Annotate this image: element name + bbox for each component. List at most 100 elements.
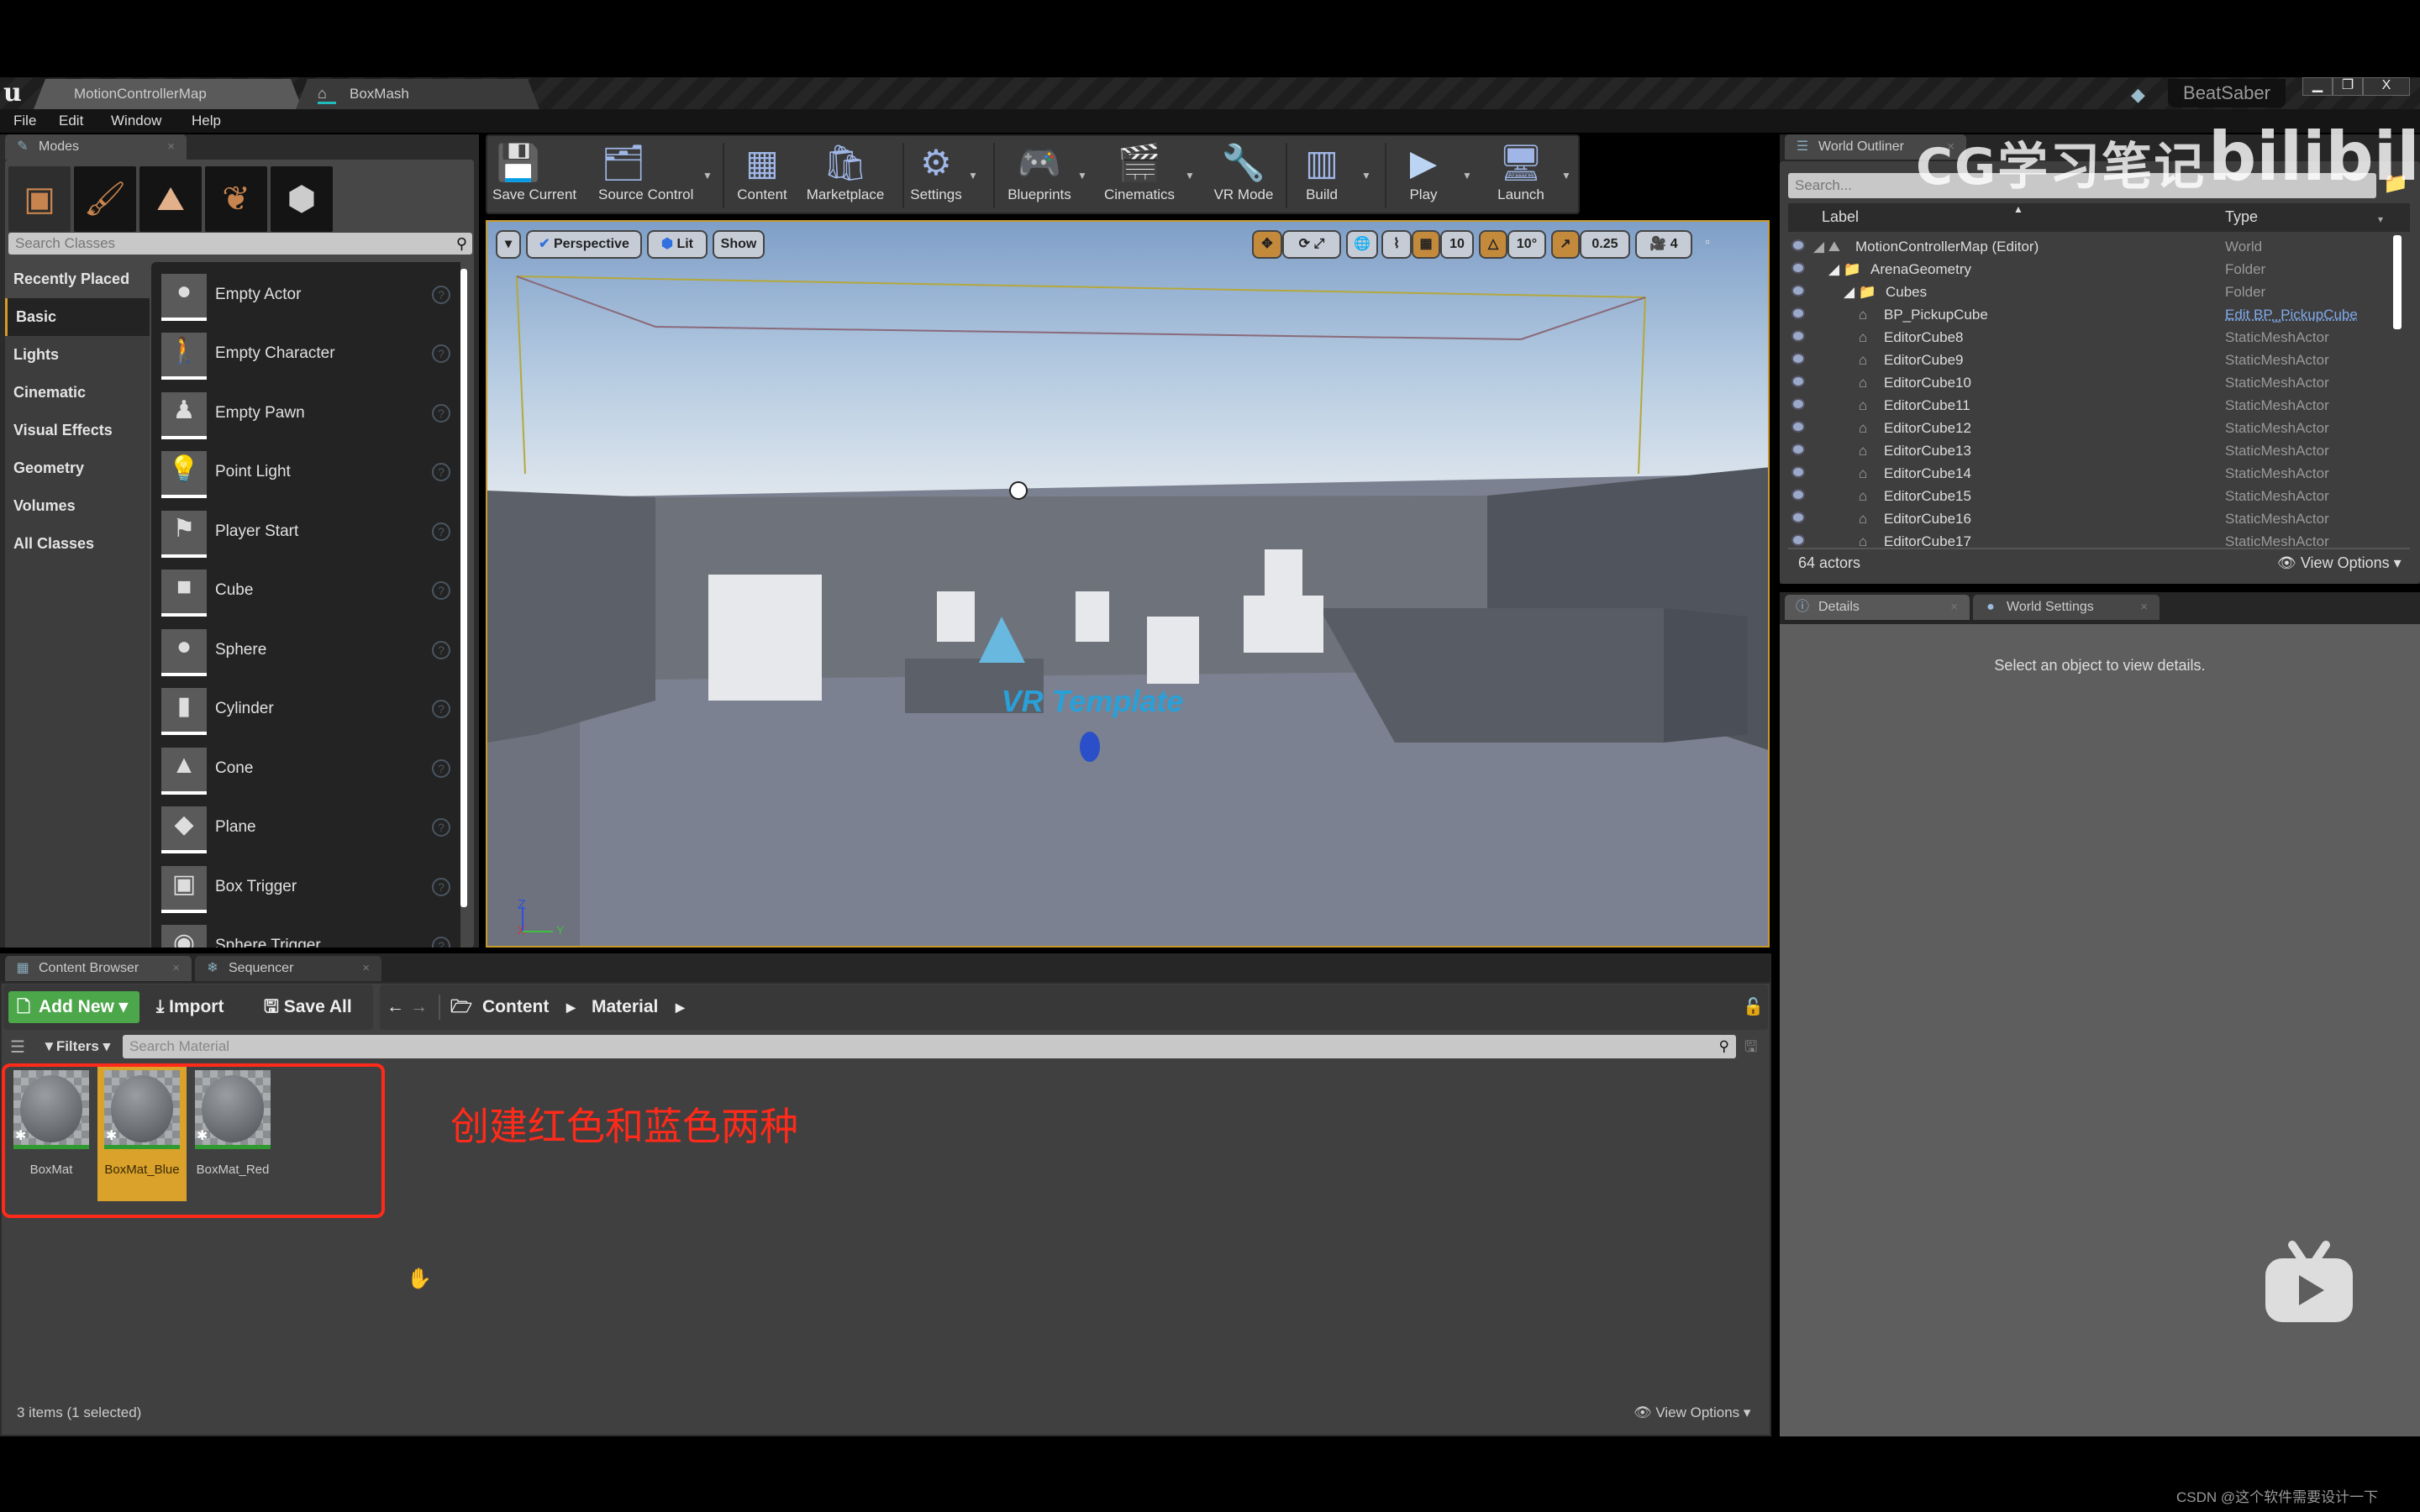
- world-space-toggle[interactable]: 🌐: [1346, 230, 1378, 259]
- content-button[interactable]: ▦ Content: [733, 139, 792, 212]
- unreal-logo-icon[interactable]: u: [3, 79, 32, 108]
- place-item-cube[interactable]: ■ Cube?: [161, 570, 455, 620]
- outliner-row[interactable]: ◢ 📁 Cubes Folder: [1788, 281, 2393, 303]
- rotation-snap-toggle[interactable]: △: [1479, 230, 1507, 259]
- category-basic[interactable]: Basic: [5, 298, 150, 336]
- place-item-box-trigger[interactable]: ▣ Box Trigger?: [161, 866, 455, 916]
- modes-tab[interactable]: ✎ Modes ×: [5, 134, 187, 160]
- breadcrumb-content[interactable]: Content: [482, 991, 549, 1023]
- menu-window[interactable]: Window: [111, 109, 161, 133]
- chevron-down-icon[interactable]: ▼: [1361, 170, 1371, 181]
- modes-scrollbar[interactable]: [460, 269, 467, 907]
- perspective-dropdown[interactable]: ✔ Perspective: [526, 230, 642, 259]
- level-viewport[interactable]: VR Template Z X Y ▾ ✔ Perspective ⬢ Lit …: [486, 220, 1770, 948]
- outliner-row[interactable]: ⌂ EditorCube15 StaticMeshActor: [1788, 485, 2393, 507]
- blueprints-button[interactable]: 🎮 Blueprints: [1003, 139, 1076, 212]
- chevron-down-icon[interactable]: ▼: [1077, 170, 1087, 181]
- breadcrumb-material[interactable]: Material: [592, 991, 658, 1023]
- help-icon[interactable]: ?: [432, 937, 450, 948]
- show-dropdown[interactable]: Show: [713, 230, 765, 259]
- paint-mode-icon[interactable]: 🖌: [74, 166, 136, 232]
- category-lights[interactable]: Lights: [5, 336, 150, 374]
- cinematics-button[interactable]: 🎬 Cinematics: [1099, 139, 1180, 212]
- filters-button[interactable]: ▼Filters ▾: [42, 1038, 110, 1055]
- source-control-status-icon[interactable]: ◆: [2131, 84, 2153, 106]
- place-item-empty-character[interactable]: 🚶 Empty Character?: [161, 333, 455, 383]
- help-icon[interactable]: ?: [432, 818, 450, 837]
- back-arrow-icon[interactable]: ←: [387, 991, 404, 1023]
- close-tab-icon[interactable]: ×: [172, 956, 180, 981]
- forward-arrow-icon[interactable]: →: [410, 991, 428, 1023]
- category-recently-placed[interactable]: Recently Placed: [5, 260, 150, 298]
- outliner-scrollbar[interactable]: [2393, 235, 2402, 329]
- place-item-sphere[interactable]: ● Sphere?: [161, 629, 455, 680]
- visibility-eye-icon[interactable]: [1791, 285, 1805, 297]
- surface-snap-toggle[interactable]: ⌇: [1381, 230, 1412, 259]
- visibility-eye-icon[interactable]: [1791, 466, 1805, 478]
- place-mode-icon[interactable]: ▣: [8, 166, 71, 232]
- chevron-down-icon[interactable]: ▼: [968, 170, 978, 181]
- column-label[interactable]: Label: [1822, 208, 1859, 226]
- sources-toggle-icon[interactable]: ☰: [10, 1037, 25, 1058]
- help-icon[interactable]: ?: [432, 581, 450, 600]
- save-search-icon[interactable]: 🖫: [1744, 1037, 1757, 1062]
- outliner-view-options[interactable]: 👁 View Options ▾: [2277, 554, 2402, 572]
- save-current-button[interactable]: 💾 Save Current: [492, 139, 576, 212]
- chevron-down-icon[interactable]: ▼: [1462, 170, 1472, 181]
- grid-snap-value[interactable]: 10: [1440, 230, 1474, 259]
- vr-mode-button[interactable]: 🔧 VR Mode: [1210, 139, 1277, 212]
- menu-file[interactable]: File: [13, 109, 36, 133]
- save-all-button[interactable]: 🖫 Save All: [264, 991, 352, 1023]
- visibility-eye-icon[interactable]: [1791, 330, 1805, 342]
- sequencer-tab[interactable]: ❄ Sequencer ×: [195, 956, 381, 981]
- camera-speed-button[interactable]: 🎥 4: [1635, 230, 1692, 259]
- outliner-row[interactable]: ◢ ⛰ MotionControllerMap (Editor) World: [1788, 235, 2393, 258]
- world-settings-tab[interactable]: ● World Settings ×: [1973, 595, 2160, 620]
- rotate-scale-mode-buttons[interactable]: ⟳ ⤢: [1282, 230, 1341, 259]
- tab-motion-controller-map[interactable]: MotionControllerMap: [34, 79, 302, 109]
- lit-dropdown[interactable]: ⬢ Lit: [647, 230, 708, 259]
- help-icon[interactable]: ?: [432, 522, 450, 541]
- close-button[interactable]: X: [2363, 77, 2410, 96]
- help-icon[interactable]: ?: [432, 463, 450, 481]
- minimize-button[interactable]: ▁: [2302, 77, 2333, 96]
- visibility-eye-icon[interactable]: [1791, 444, 1805, 455]
- help-icon[interactable]: ?: [432, 700, 450, 718]
- lock-icon[interactable]: 🔓: [1743, 991, 1764, 1023]
- visibility-eye-icon[interactable]: [1791, 375, 1805, 387]
- place-item-player-start[interactable]: ⚑ Player Start?: [161, 511, 455, 561]
- visibility-eye-icon[interactable]: [1791, 534, 1805, 546]
- marketplace-button[interactable]: 🛍 Marketplace: [803, 139, 887, 212]
- place-item-plane[interactable]: ◆ Plane?: [161, 806, 455, 857]
- restore-button[interactable]: ❐: [2333, 77, 2363, 96]
- category-visual-effects[interactable]: Visual Effects: [5, 412, 150, 449]
- outliner-row[interactable]: ⌂ EditorCube13 StaticMeshActor: [1788, 439, 2393, 462]
- maximize-viewport-icon[interactable]: ▫: [1697, 230, 1718, 259]
- column-options-icon[interactable]: ▾: [2378, 213, 2383, 225]
- outliner-row[interactable]: ⌂ BP_PickupCube Edit BP_PickupCube: [1788, 303, 2393, 326]
- category-volumes[interactable]: Volumes: [5, 487, 150, 525]
- rotation-snap-value[interactable]: 10°: [1507, 230, 1546, 259]
- visibility-eye-icon[interactable]: [1791, 353, 1805, 365]
- chevron-down-icon[interactable]: ▼: [1561, 170, 1571, 181]
- outliner-row[interactable]: ⌂ EditorCube16 StaticMeshActor: [1788, 507, 2393, 530]
- chevron-down-icon[interactable]: ▼: [1185, 170, 1195, 181]
- chevron-down-icon[interactable]: ▼: [702, 170, 713, 181]
- outliner-row[interactable]: ⌂ EditorCube8 StaticMeshActor: [1788, 326, 2393, 349]
- visibility-eye-icon[interactable]: [1791, 398, 1805, 410]
- visibility-eye-icon[interactable]: [1791, 421, 1805, 433]
- play-button[interactable]: ▶ Play: [1395, 139, 1452, 212]
- visibility-eye-icon[interactable]: [1791, 512, 1805, 523]
- source-control-button[interactable]: 🗂 Source Control: [598, 139, 693, 212]
- edit-blueprint-link[interactable]: Edit BP_PickupCube: [2225, 303, 2358, 326]
- menu-edit[interactable]: Edit: [59, 109, 83, 133]
- translate-mode-button[interactable]: ✥: [1252, 230, 1282, 259]
- search-classes-input[interactable]: Search Classes ⚲: [8, 233, 472, 255]
- close-tab-icon[interactable]: ×: [362, 956, 370, 981]
- place-item-cone[interactable]: ▲ Cone?: [161, 748, 455, 798]
- close-tab-icon[interactable]: ×: [167, 134, 175, 160]
- close-tab-icon[interactable]: ×: [1950, 595, 1958, 620]
- place-item-empty-actor[interactable]: ● Empty Actor?: [161, 274, 455, 324]
- scale-snap-value[interactable]: 0.25: [1580, 230, 1630, 259]
- place-item-sphere-trigger[interactable]: ◉ Sphere Trigger?: [161, 925, 455, 948]
